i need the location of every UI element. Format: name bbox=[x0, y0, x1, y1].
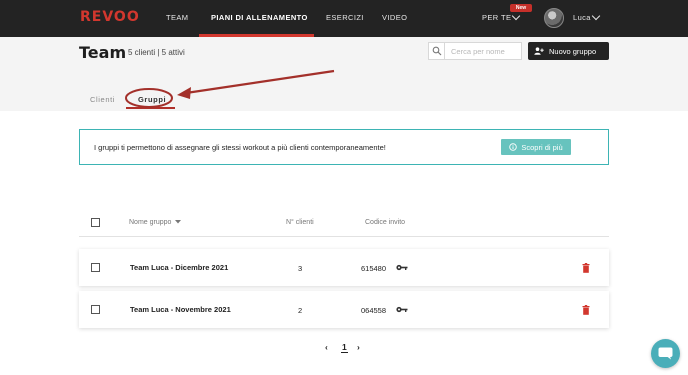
new-group-label: Nuovo gruppo bbox=[549, 46, 597, 56]
pagination-page[interactable]: 1 bbox=[341, 342, 348, 353]
group-name[interactable]: Team Luca - Dicembre 2021 bbox=[130, 263, 228, 272]
info-banner: I gruppi ti permettono di assegnare gli … bbox=[79, 129, 609, 165]
new-group-button[interactable]: Nuovo gruppo bbox=[528, 42, 609, 60]
row-checkbox[interactable] bbox=[91, 263, 100, 272]
chat-icon bbox=[658, 347, 673, 360]
key-icon[interactable] bbox=[396, 306, 408, 313]
invite-code: 064558 bbox=[361, 306, 387, 315]
chevron-down-icon[interactable] bbox=[511, 11, 521, 21]
info-banner-text: I gruppi ti permettono di assegnare gli … bbox=[94, 143, 386, 152]
pagination-prev[interactable]: ‹ bbox=[325, 342, 328, 352]
discover-more-label: Scopri di più bbox=[521, 142, 563, 152]
invite-code: 615480 bbox=[361, 264, 387, 273]
top-navigation: REVOO TEAM PIANI DI ALLENAMENTO ESERCIZI… bbox=[0, 0, 688, 37]
avatar[interactable] bbox=[544, 8, 564, 28]
nav-for-you[interactable]: PER TE bbox=[482, 13, 511, 22]
search-icon bbox=[432, 46, 442, 56]
column-header-clients: N° clienti bbox=[286, 219, 314, 226]
client-counts: 5 clienti | 5 attivi bbox=[128, 48, 185, 57]
select-all-checkbox[interactable] bbox=[91, 218, 100, 227]
key-icon[interactable] bbox=[396, 264, 408, 271]
chat-button[interactable] bbox=[651, 339, 680, 368]
discover-more-button[interactable]: Scopri di più bbox=[501, 139, 571, 155]
info-icon bbox=[509, 143, 518, 151]
search-input[interactable] bbox=[447, 43, 521, 59]
table-header-divider bbox=[79, 236, 609, 237]
group-name[interactable]: Team Luca - Novembre 2021 bbox=[130, 305, 231, 314]
column-header-invite-code: Codice invito bbox=[365, 219, 406, 226]
sort-caret-icon[interactable] bbox=[175, 220, 182, 224]
chevron-down-icon[interactable] bbox=[591, 11, 601, 21]
search-divider bbox=[444, 43, 445, 59]
pagination-next[interactable]: › bbox=[357, 342, 360, 352]
nav-training-plans[interactable]: PIANI DI ALLENAMENTO bbox=[211, 13, 308, 22]
nav-team[interactable]: TEAM bbox=[166, 13, 188, 22]
add-user-icon bbox=[534, 47, 544, 55]
table-row[interactable]: Team Luca - Novembre 2021 2 064558 bbox=[79, 291, 609, 328]
trash-icon[interactable] bbox=[582, 263, 590, 273]
nav-video[interactable]: VIDEO bbox=[382, 13, 407, 22]
client-count: 2 bbox=[298, 306, 303, 315]
column-header-group-name[interactable]: Nome gruppo bbox=[129, 219, 182, 226]
page-title: Team bbox=[79, 43, 127, 62]
column-header-label: Nome gruppo bbox=[129, 219, 172, 226]
trash-icon[interactable] bbox=[582, 305, 590, 315]
client-count: 3 bbox=[298, 264, 303, 273]
tab-clients[interactable]: Clienti bbox=[90, 95, 115, 104]
active-tab-underline bbox=[126, 107, 175, 109]
search-box[interactable] bbox=[428, 42, 522, 60]
tab-groups[interactable]: Gruppi bbox=[138, 95, 166, 104]
table-row[interactable]: Team Luca - Dicembre 2021 3 615480 bbox=[79, 249, 609, 286]
new-badge: New bbox=[510, 4, 532, 12]
user-name[interactable]: Luca bbox=[573, 13, 591, 22]
revoo-logo[interactable]: REVOO bbox=[80, 9, 140, 25]
row-checkbox[interactable] bbox=[91, 305, 100, 314]
nav-exercises[interactable]: ESERCIZI bbox=[326, 13, 364, 22]
